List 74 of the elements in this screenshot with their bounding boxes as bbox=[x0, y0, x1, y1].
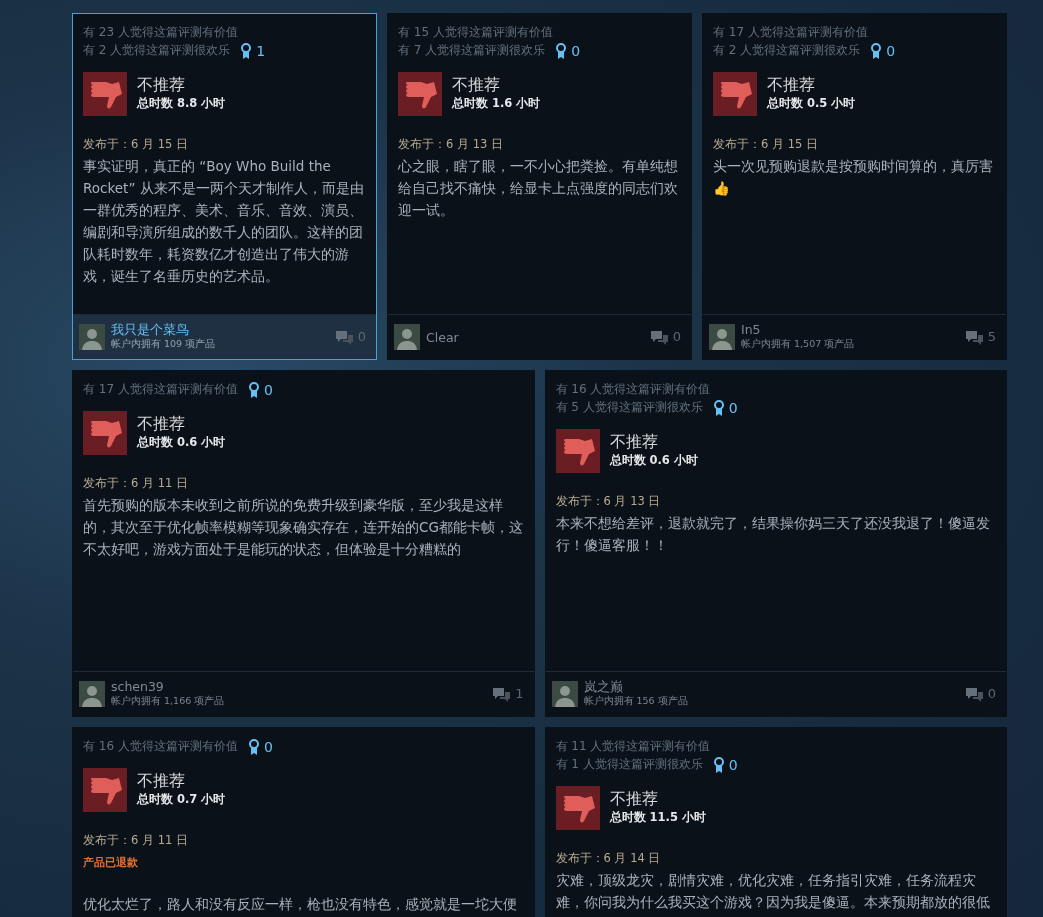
product-count: 帐户内拥有 1,166 项产品 bbox=[111, 694, 225, 709]
refund-notice: 产品已退款 bbox=[83, 854, 139, 871]
verdict-title[interactable]: 不推荐 bbox=[452, 74, 541, 95]
verdict-title[interactable]: 不推荐 bbox=[137, 770, 226, 791]
comment-icon[interactable] bbox=[964, 686, 983, 702]
funny-count-text: 有 7 人觉得这篇评测很欢乐 bbox=[398, 43, 546, 57]
author-name[interactable]: schen39 bbox=[111, 679, 225, 695]
playtime-text: 总时数 11.5 小时 bbox=[609, 808, 706, 826]
helpful-count-text: 有 16 人觉得这篇评测有价值 bbox=[555, 381, 712, 398]
award-count[interactable]: 0 bbox=[571, 41, 581, 60]
author-name[interactable]: 我只是个菜鸟 bbox=[111, 322, 216, 338]
funny-count-text: 有 5 人觉得这篇评测很欢乐 bbox=[555, 400, 703, 414]
award-count[interactable]: 1 bbox=[256, 41, 266, 60]
helpful-count-text: 有 17 人觉得这篇评测有价值 bbox=[713, 24, 869, 41]
review-text: 本来不想给差评，退款就完了，结果操你妈三天了还没我退了！傻逼发行！傻逼客服！！ bbox=[555, 513, 991, 555]
review-text: 心之眼，瞎了眼，一不小心把粪捡。有单纯想给自己找不痛快，给显卡上点强度的同志们欢迎一试。 bbox=[398, 156, 679, 220]
award-icon[interactable] bbox=[712, 756, 725, 773]
comment-icon[interactable] bbox=[964, 329, 983, 345]
award-icon[interactable] bbox=[555, 42, 568, 59]
product-count: 帐户内拥有 1,507 项产品 bbox=[741, 337, 855, 352]
funny-count-text: 有 2 人觉得这篇评测很欢乐 bbox=[83, 43, 231, 57]
award-count[interactable]: 0 bbox=[728, 755, 738, 774]
posted-date: 发布于：6 月 15 日 bbox=[713, 135, 819, 153]
product-count: 帐户内拥有 109 项产品 bbox=[111, 337, 216, 352]
comment-icon[interactable] bbox=[492, 686, 511, 702]
award-count[interactable]: 0 bbox=[263, 380, 273, 399]
playtime-text: 总时数 1.6 小时 bbox=[452, 94, 541, 112]
review-text: 首先预购的版本未收到之前所说的免费升级到豪华版，至少我是这样的，其次至于优化帧率模糊等现象确实存在，连开始的CG都能卡帧，这不太好吧，游戏方面处于是能玩的状态，但体验是十分糟糕的 bbox=[83, 495, 524, 559]
playtime-text: 总时数 0.7 小时 bbox=[137, 790, 226, 808]
award-icon[interactable] bbox=[247, 738, 260, 755]
author-name[interactable]: In5 bbox=[741, 322, 855, 338]
verdict-title[interactable]: 不推荐 bbox=[137, 413, 226, 434]
author-name[interactable]: Clear bbox=[426, 329, 459, 345]
review-text: 头一次见预购退款是按预购时间算的，真厉害👍 bbox=[713, 156, 994, 198]
helpful-count-text: 有 16 人觉得这篇评测有价值 bbox=[83, 739, 238, 753]
product-count: 帐户内拥有 156 项产品 bbox=[583, 694, 688, 709]
helpful-count-text: 有 15 人觉得这篇评测有价值 bbox=[398, 24, 554, 41]
posted-date: 发布于：6 月 13 日 bbox=[555, 492, 662, 510]
verdict-title[interactable]: 不推荐 bbox=[609, 431, 698, 452]
author-name[interactable]: 岚之巅 bbox=[583, 679, 688, 695]
avatar-icon[interactable] bbox=[79, 681, 105, 707]
posted-date: 发布于：6 月 13 日 bbox=[398, 135, 504, 153]
helpful-count-text: 有 17 人觉得这篇评测有价值 bbox=[83, 382, 238, 396]
funny-count-text: 有 2 人觉得这篇评测很欢乐 bbox=[713, 43, 861, 57]
avatar-icon[interactable] bbox=[394, 324, 420, 350]
award-icon[interactable] bbox=[712, 399, 725, 416]
helpful-count-text: 有 23 人觉得这篇评测有价值 bbox=[83, 24, 239, 41]
playtime-text: 总时数 0.6 小时 bbox=[609, 451, 698, 469]
award-icon[interactable] bbox=[247, 381, 260, 398]
verdict-title[interactable]: 不推荐 bbox=[767, 74, 856, 95]
posted-date: 发布于：6 月 15 日 bbox=[83, 135, 189, 153]
award-icon[interactable] bbox=[240, 42, 253, 59]
verdict-title[interactable]: 不推荐 bbox=[609, 788, 706, 809]
avatar-icon[interactable] bbox=[709, 324, 735, 350]
award-count[interactable]: 0 bbox=[728, 398, 738, 417]
playtime-text: 总时数 8.8 小时 bbox=[137, 94, 226, 112]
comment-icon[interactable] bbox=[334, 329, 353, 345]
playtime-text: 总时数 0.5 小时 bbox=[767, 94, 856, 112]
avatar-icon[interactable] bbox=[79, 324, 105, 350]
posted-date: 发布于：6 月 14 日 bbox=[555, 849, 662, 867]
posted-date: 发布于：6 月 11 日 bbox=[83, 831, 189, 849]
award-count[interactable]: 0 bbox=[886, 41, 896, 60]
award-count[interactable]: 0 bbox=[263, 737, 273, 756]
helpful-count-text: 有 11 人觉得这篇评测有价值 bbox=[555, 738, 712, 755]
avatar-icon[interactable] bbox=[551, 681, 578, 707]
funny-count-text: 有 1 人觉得这篇评测很欢乐 bbox=[555, 757, 703, 771]
review-text: 事实证明，真正的 “Boy Who Build the Rocket” 从来不是一两个天才制作人，而是由一群优秀的程序、美术、音乐、音效、演员、编剧和导演所组成的数千人的团队。这样的团队耗时数年，耗资数亿才创造出了伟大的游戏，诞生了名垂历史的艺术品。 bbox=[83, 156, 365, 286]
playtime-text: 总时数 0.6 小时 bbox=[137, 433, 226, 451]
posted-date: 发布于：6 月 11 日 bbox=[83, 474, 189, 492]
award-icon[interactable] bbox=[870, 42, 883, 59]
review-text: 优化太烂了，路人和没有反应一样，枪也没有特色，感觉就是一坨大便 bbox=[83, 895, 518, 915]
verdict-title[interactable]: 不推荐 bbox=[137, 74, 226, 95]
review-text: 灾难，顶级龙灾，剧情灾难，优化灾难，任务指引灾难，任务流程灾难，你问我为什么我买这个游戏？因为我是傻逼。本来预期都放的很低 bbox=[555, 870, 991, 912]
comment-icon[interactable] bbox=[649, 329, 668, 345]
